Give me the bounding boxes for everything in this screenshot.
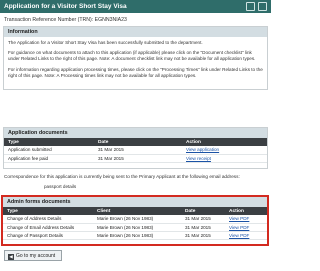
admin-forms-heading: Admin forms documents <box>3 197 267 207</box>
row-type: Change of Address Details <box>3 215 93 224</box>
help-icon[interactable] <box>246 2 255 11</box>
view-pdf-link[interactable]: View PDF <box>229 216 249 221</box>
print-icon[interactable] <box>258 2 267 11</box>
view-receipt-link[interactable]: View receipt <box>186 156 211 161</box>
correspondence-text: Correspondence for this application is c… <box>4 174 240 179</box>
info-paragraph: For guidance on what documents to attach… <box>8 50 256 62</box>
partial-table-cell: passport details <box>44 184 77 189</box>
row-type: Application submitted <box>4 146 94 155</box>
row-client: Marie Brown (26 Nov 1983) <box>93 231 181 240</box>
row-client: Marie Brown (26 Nov 1983) <box>93 223 181 232</box>
window-title-bar: Application for a Visitor Short Stay Vis… <box>0 0 271 13</box>
row-date: 31 Mar 2015 <box>181 231 225 240</box>
view-pdf-link[interactable]: View PDF <box>229 233 249 238</box>
view-pdf-link[interactable]: View PDF <box>229 225 249 230</box>
row-type: Application fee paid <box>4 154 94 163</box>
column-header-action: Action <box>182 138 267 146</box>
column-header-date: Date <box>94 138 182 146</box>
table-row: Application fee paid 31 Mar 2015 View re… <box>4 154 267 163</box>
column-header-date: Date <box>181 207 225 215</box>
application-documents-panel: Application documents Type Date Action A… <box>3 127 268 169</box>
table-row: Change of Passport Details Marie Brown (… <box>3 231 267 240</box>
column-header-type: Type <box>3 207 93 215</box>
row-type: Change of Passport Details <box>3 231 93 240</box>
view-application-link[interactable]: View application <box>186 147 219 152</box>
information-panel: Information The Application for a Visito… <box>3 26 268 90</box>
window-title: Application for a Visitor Short Stay Vis… <box>4 3 127 10</box>
row-type: Change of Email Address Details <box>3 223 93 232</box>
row-date: 31 Mar 2015 <box>181 215 225 224</box>
transaction-reference-number: Transaction Reference Number (TRN): EGNN… <box>4 17 127 23</box>
admin-forms-highlight: Admin forms documents Type Client Date A… <box>1 195 269 246</box>
row-date: 31 Mar 2015 <box>94 154 182 163</box>
info-paragraph: The Application for a Visitor Short Stay… <box>8 40 203 45</box>
table-row: Application submitted 31 Mar 2015 View a… <box>4 146 267 155</box>
column-header-client: Client <box>93 207 181 215</box>
row-date: 31 Mar 2015 <box>94 146 182 155</box>
application-documents-heading: Application documents <box>4 128 267 138</box>
go-to-my-account-button[interactable]: ◀ Go to my account <box>4 250 62 261</box>
table-row: Change of Address Details Marie Brown (2… <box>3 215 267 224</box>
information-heading: Information <box>4 27 267 37</box>
column-header-type: Type <box>4 138 94 146</box>
table-row: Change of Email Address Details Marie Br… <box>3 223 267 232</box>
chevron-left-icon: ◀ <box>8 254 14 260</box>
row-date: 31 Mar 2015 <box>181 223 225 232</box>
admin-forms-table: Type Client Date Action Change of Addres… <box>3 207 267 240</box>
application-documents-table: Type Date Action Application submitted 3… <box>4 138 267 163</box>
go-to-my-account-label: Go to my account <box>16 253 56 259</box>
info-paragraph: For information regarding application pr… <box>8 66 263 78</box>
column-header-action: Action <box>225 207 267 215</box>
row-client: Marie Brown (26 Nov 1983) <box>93 215 181 224</box>
